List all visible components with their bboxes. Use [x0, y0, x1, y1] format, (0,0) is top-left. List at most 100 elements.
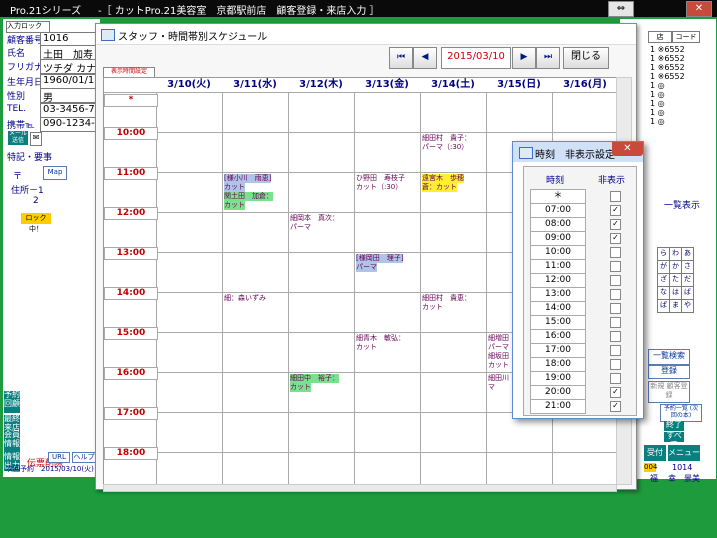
kana-key[interactable]: や [681, 299, 694, 313]
hide-checkbox[interactable]: ✓ [610, 401, 621, 412]
hour-time-cell[interactable]: 16:00 [530, 329, 586, 344]
hide-checkbox[interactable] [610, 317, 621, 328]
resize-button[interactable]: ⇔ [608, 1, 634, 17]
all-button[interactable]: すべて [664, 431, 684, 449]
appointment[interactable]: パーマ [356, 263, 377, 272]
map-button[interactable]: Map [43, 166, 67, 180]
list-item[interactable]: 1 ◎ [650, 117, 665, 126]
hour-time-cell[interactable]: 19:00 [530, 371, 586, 386]
list-item[interactable]: 1 ※6552 [650, 63, 685, 72]
appointment[interactable]: 細田村 貴子： [422, 134, 471, 143]
hide-checkbox[interactable] [610, 303, 621, 314]
hide-checkbox[interactable] [610, 261, 621, 272]
hide-checkbox[interactable] [610, 373, 621, 384]
appointment[interactable]: カット（:30） [356, 183, 402, 192]
list-item[interactable]: 1 ◎ [650, 99, 665, 108]
mail-icon[interactable]: ✉ [30, 132, 42, 146]
schedule-close-button[interactable]: 閉じる [563, 47, 609, 69]
hour-time-cell[interactable]: 17:00 [530, 343, 586, 358]
appointment[interactable]: カット [224, 201, 245, 210]
prev-day-button[interactable]: ◀ [413, 47, 437, 69]
appointment[interactable]: パーマ（:30） [422, 143, 468, 152]
hour-time-cell[interactable]: 18:00 [530, 357, 586, 372]
hide-checkbox[interactable]: ✓ [610, 205, 621, 216]
hour-time-cell[interactable]: 11:00 [530, 259, 586, 274]
hour-time-cell[interactable]: 09:00 [530, 231, 586, 246]
appointment[interactable]: 遠宮木 歩穂 [422, 174, 464, 183]
url-button[interactable]: URL [48, 452, 70, 463]
day-header[interactable]: 3/15(日) [486, 78, 552, 92]
hide-checkbox[interactable] [610, 331, 621, 342]
register-button[interactable]: 登録 [648, 365, 690, 379]
appointment[interactable]: カット [488, 361, 509, 370]
day-header[interactable]: 3/16(月) [552, 78, 616, 92]
kana-key[interactable]: あ [681, 247, 694, 261]
hour-time-cell[interactable]: 21:00 [530, 399, 586, 414]
appointment[interactable]: [様岡田 理子] [356, 254, 404, 263]
last-week-button[interactable]: ⏭ [536, 47, 560, 69]
hide-checkbox[interactable] [610, 247, 621, 258]
hour-time-cell[interactable]: 12:00 [530, 273, 586, 288]
appointment[interactable]: 細田川 [488, 374, 509, 383]
hour-time-cell[interactable]: 07:00 [530, 203, 586, 218]
tab-store[interactable]: 店 [648, 31, 672, 43]
side-button-reserve[interactable]: 予約 回顧 [4, 390, 20, 413]
hide-checkbox[interactable]: ✓ [610, 387, 621, 398]
list-item[interactable]: 1 ◎ [650, 81, 665, 90]
appointment[interactable]: ひ野田 寿枝子 [356, 174, 405, 183]
kana-key[interactable]: ば [681, 286, 694, 300]
appointment[interactable]: 細岡本 真次： [290, 214, 339, 223]
day-header[interactable]: 3/11(水) [222, 78, 288, 92]
hide-checkbox[interactable] [610, 289, 621, 300]
hour-time-cell[interactable]: 10:00 [530, 245, 586, 260]
appointment[interactable]: 細坂田 [488, 352, 509, 361]
appointment[interactable]: カット [224, 183, 245, 192]
appointment[interactable]: 細田中 裕子： [290, 374, 339, 383]
appointment[interactable]: 細青木 敏弘： [356, 334, 405, 343]
appointment[interactable]: カット [356, 343, 377, 352]
hide-checkbox[interactable]: ✓ [610, 233, 621, 244]
appointment[interactable]: カット [290, 383, 311, 392]
menu-button[interactable]: メニュー [668, 445, 700, 461]
day-header[interactable]: 3/13(金) [354, 78, 420, 92]
end-button[interactable]: 終了 [664, 420, 684, 431]
hide-checkbox[interactable]: ✓ [610, 219, 621, 230]
mail-send-button[interactable]: メール送信 [8, 130, 28, 145]
list-item[interactable]: 1 ※6552 [650, 45, 685, 54]
appointment[interactable]: パーマ [488, 343, 509, 352]
side-button-member[interactable]: 会員 情報 [4, 430, 20, 453]
horizontal-scrollbar[interactable] [103, 484, 617, 492]
appointment[interactable]: マ [488, 383, 495, 392]
hour-time-cell[interactable]: ＊ [530, 189, 586, 204]
appointment[interactable]: 関土田 加倉： [224, 192, 273, 201]
appointment[interactable]: カット [422, 303, 443, 312]
hour-time-cell[interactable]: 14:00 [530, 301, 586, 316]
hour-time-cell[interactable]: 20:00 [530, 385, 586, 400]
list-display-label[interactable]: 一覧表示 [664, 198, 700, 211]
appointment[interactable]: 細：森いずみ [224, 294, 266, 303]
day-header[interactable]: 3/10(火) [156, 78, 222, 92]
hour-time-cell[interactable]: 13:00 [530, 287, 586, 302]
appointment[interactable]: [様小川 雨恵] [224, 174, 272, 183]
reception-button[interactable]: 受付 [644, 445, 666, 461]
first-week-button[interactable]: ⏮ [389, 47, 413, 69]
list-search-button[interactable]: 一覧検索 [648, 349, 690, 365]
hide-checkbox[interactable] [610, 275, 621, 286]
list-item[interactable]: 1 ◎ [650, 108, 665, 117]
tab-code[interactable]: コード [672, 31, 700, 43]
appointment[interactable]: パーマ [290, 223, 311, 232]
appointment[interactable]: 細増田 [488, 334, 509, 343]
new-customer-button[interactable]: 新規 顧客登録 [648, 381, 690, 403]
kana-key[interactable]: だ [681, 273, 694, 287]
day-header[interactable]: 3/14(土) [420, 78, 486, 92]
day-header[interactable]: 3/12(木) [288, 78, 354, 92]
dialog-close-button[interactable]: ✕ [612, 142, 643, 156]
list-item[interactable]: 1 ◎ [650, 90, 665, 99]
next-day-button[interactable]: ▶ [512, 47, 536, 69]
app-close-button[interactable]: ✕ [686, 1, 712, 17]
hour-time-cell[interactable]: 08:00 [530, 217, 586, 232]
list-item[interactable]: 1 ※6552 [650, 54, 685, 63]
list-item[interactable]: 1 ※6552 [650, 72, 685, 81]
hide-checkbox[interactable] [610, 191, 621, 202]
kana-key[interactable]: さ [681, 260, 694, 274]
